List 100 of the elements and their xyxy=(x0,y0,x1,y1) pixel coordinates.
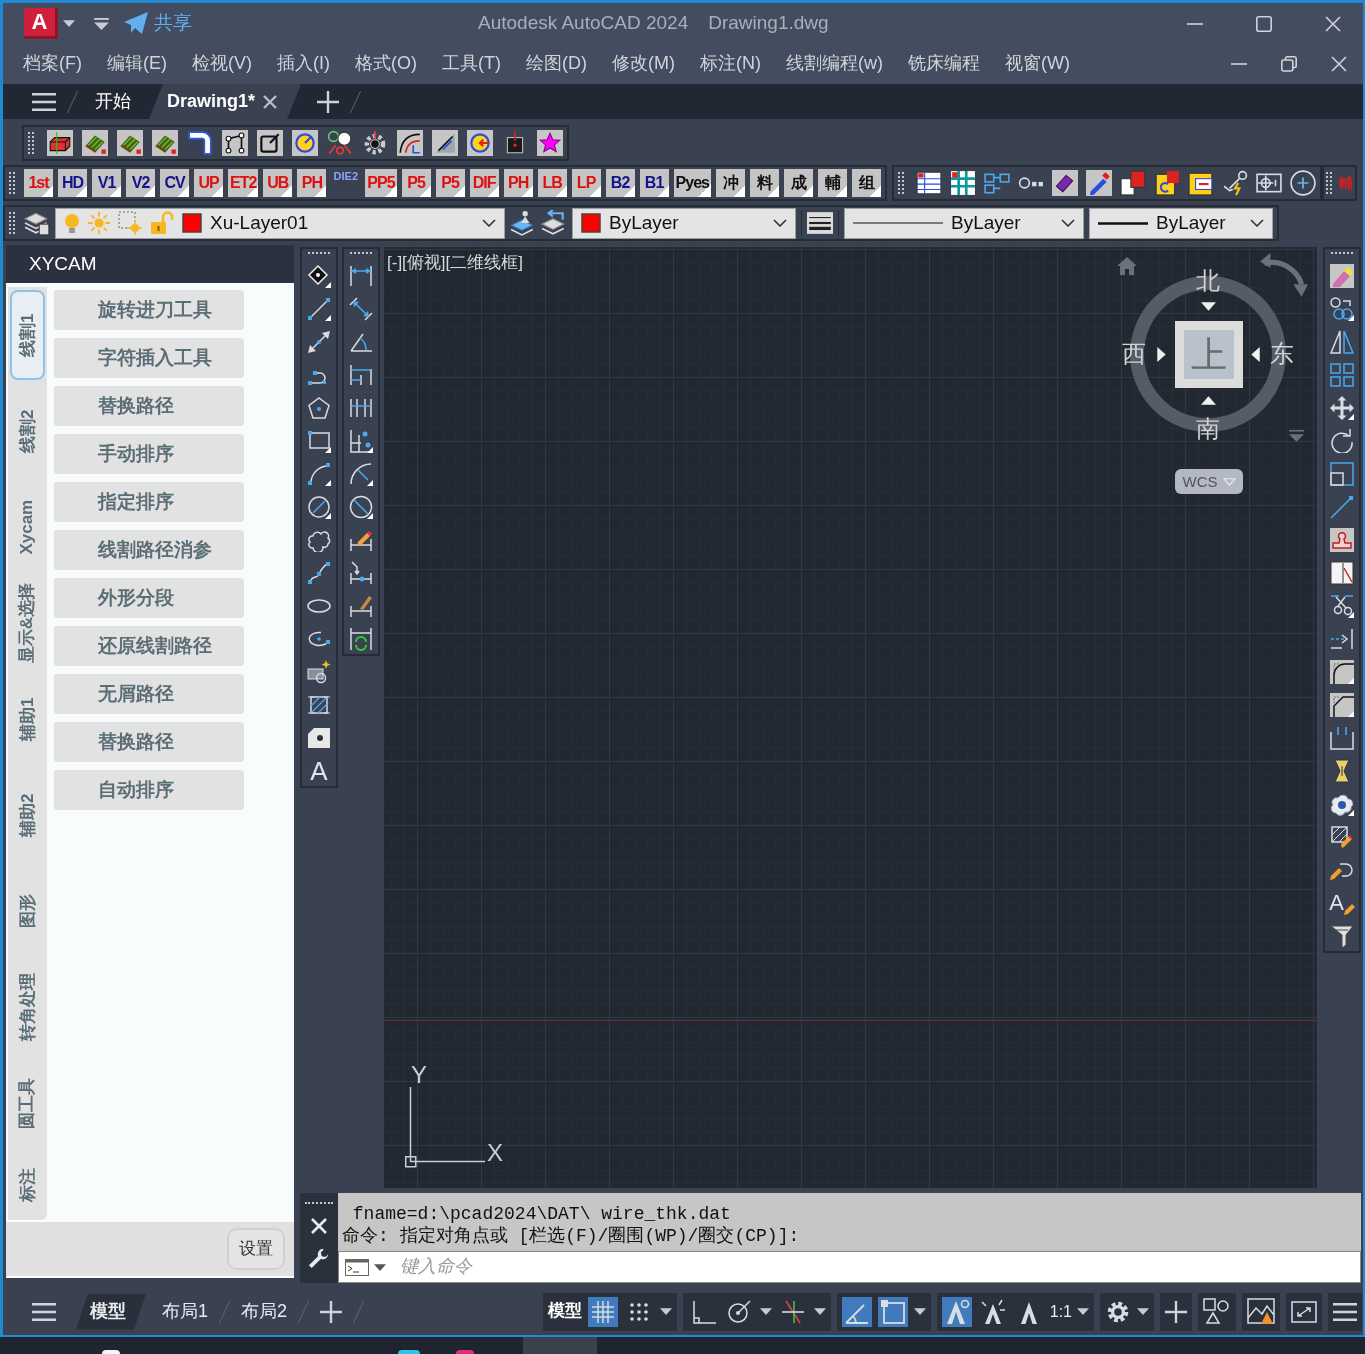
home-icon[interactable] xyxy=(1117,257,1137,275)
triangle-arrow-icon[interactable] xyxy=(1251,347,1260,362)
chevron-icon[interactable] xyxy=(1250,219,1264,227)
macro-button[interactable]: LB xyxy=(537,169,567,197)
menu-item[interactable]: 视窗(W) xyxy=(1004,53,1070,75)
hatch-icon[interactable] xyxy=(307,693,331,717)
bracket-icon[interactable] xyxy=(1330,726,1354,750)
caret-icon[interactable] xyxy=(659,1308,672,1315)
side-tab[interactable]: 显示&选择 xyxy=(10,578,45,668)
diameter-dimension-icon[interactable] xyxy=(349,495,373,519)
panel-button[interactable]: 字符插入工具 xyxy=(54,338,244,378)
copy-icon[interactable] xyxy=(1119,170,1146,196)
striped-block-icon[interactable] xyxy=(152,130,178,156)
panel-button[interactable]: 指定排序 xyxy=(54,482,244,522)
caret-icon[interactable] xyxy=(63,20,75,27)
expand-icon[interactable] xyxy=(1291,1298,1317,1325)
layer-figure-icon[interactable] xyxy=(510,210,536,236)
diagonal-line-icon[interactable] xyxy=(1330,495,1354,519)
compass-label[interactable]: 南 xyxy=(1196,415,1220,443)
toolbar-grip[interactable] xyxy=(1325,172,1332,194)
aligned-dimension-icon[interactable] xyxy=(349,297,373,321)
pencil-icon[interactable] xyxy=(1343,903,1355,915)
layout-tab[interactable]: 布局2 xyxy=(241,1293,288,1330)
line-icon[interactable] xyxy=(307,297,331,321)
array-icon[interactable] xyxy=(1330,363,1354,387)
cloud-icon[interactable] xyxy=(1330,792,1354,816)
menu-item[interactable]: 线割编程(w) xyxy=(785,53,883,75)
macro-button[interactable]: PH xyxy=(297,169,327,197)
chevron-icon[interactable] xyxy=(773,219,787,227)
nodes-icon[interactable] xyxy=(222,130,248,156)
compass-label[interactable]: 北 xyxy=(1196,267,1220,295)
dial-arrow-icon[interactable] xyxy=(467,130,493,156)
caret-icon[interactable] xyxy=(1077,1308,1089,1315)
color-swatch-icon[interactable] xyxy=(581,213,601,233)
dimension-pencil-icon[interactable] xyxy=(349,528,373,552)
move-icon[interactable] xyxy=(1330,396,1354,420)
elbow-icon[interactable] xyxy=(187,130,213,156)
file-tab[interactable]: Drawing1* xyxy=(149,84,302,119)
macro-button[interactable]: CV xyxy=(160,169,189,197)
macro-button[interactable]: 輔 xyxy=(817,169,847,197)
panel-button[interactable]: 线割路径消参 xyxy=(54,530,244,570)
layout-tab[interactable]: 模型 xyxy=(76,1293,146,1330)
text-tool[interactable]: A xyxy=(307,759,331,783)
curve-icon[interactable] xyxy=(397,130,423,156)
side-tab[interactable]: 线割2 xyxy=(10,386,45,476)
macro-button[interactable]: DIE2 xyxy=(331,170,361,183)
macro-button[interactable]: UP xyxy=(194,169,223,197)
dimension-brush-icon[interactable] xyxy=(349,594,373,618)
macro-button[interactable]: V1 xyxy=(92,169,121,197)
macro-button[interactable]: B1 xyxy=(639,169,669,197)
striped-block-icon[interactable] xyxy=(82,130,108,156)
menu-item[interactable]: 工具(T) xyxy=(442,53,501,75)
grid-pattern-icon[interactable] xyxy=(949,170,976,196)
close-icon[interactable] xyxy=(1325,15,1341,32)
menu-item[interactable]: 铣床编程 xyxy=(907,53,980,75)
mirror-icon[interactable] xyxy=(1330,330,1354,354)
linked-circles-icon[interactable] xyxy=(327,130,353,156)
color-dropdown[interactable]: ByLayer xyxy=(572,207,796,239)
ordinate-dimension-icon[interactable] xyxy=(349,429,373,453)
panel-button[interactable]: 还原线割路径 xyxy=(54,626,244,666)
macro-button[interactable]: HD xyxy=(58,169,87,197)
toolbar-grip[interactable] xyxy=(28,132,34,154)
macro-button[interactable]: PH xyxy=(503,169,533,197)
toolbar-grip[interactable] xyxy=(897,172,904,194)
plus-icon[interactable] xyxy=(1165,1300,1187,1323)
menu-icon[interactable] xyxy=(32,1302,56,1321)
macro-button[interactable]: P5 xyxy=(435,169,465,197)
model-space-button[interactable]: 模型 xyxy=(547,1301,582,1322)
macro-button[interactable]: 料 xyxy=(749,169,779,197)
macro-button[interactable]: P5 xyxy=(401,169,431,197)
add-circle-icon[interactable] xyxy=(1289,170,1316,196)
side-tab[interactable]: 辅助1 xyxy=(10,674,45,764)
side-tab[interactable]: Xycam xyxy=(10,482,45,572)
maximize-icon[interactable] xyxy=(1256,15,1272,32)
parallelogram-icon[interactable] xyxy=(1051,170,1078,196)
side-tab[interactable]: 转角处理 xyxy=(10,962,45,1052)
toolbar-grip[interactable] xyxy=(9,172,15,194)
menu-item[interactable]: 检视(V) xyxy=(192,53,252,75)
wrench-icon[interactable] xyxy=(308,1247,330,1269)
gear-icon[interactable] xyxy=(362,130,388,156)
linear-dimension-icon[interactable] xyxy=(349,264,373,288)
macro-button[interactable]: UB xyxy=(263,169,293,197)
scissors-icon[interactable] xyxy=(1330,594,1354,618)
color-swatch-icon[interactable] xyxy=(182,213,202,233)
caret-icon[interactable] xyxy=(1137,1308,1149,1315)
lightning-icon[interactable] xyxy=(1221,170,1248,196)
layers-arrow-icon[interactable] xyxy=(541,210,567,236)
menu-item[interactable]: 格式(O) xyxy=(355,53,417,75)
slope-icon[interactable] xyxy=(432,130,458,156)
pen-icon[interactable] xyxy=(1085,170,1112,196)
dial-icon[interactable] xyxy=(292,130,318,156)
panel-button[interactable]: 无屑路径 xyxy=(54,674,244,714)
macro-button[interactable]: 成 xyxy=(783,169,813,197)
grid-icon[interactable] xyxy=(587,1296,618,1327)
dotted-square-sun-icon[interactable] xyxy=(118,211,142,235)
dimension-arrow-icon[interactable] xyxy=(349,561,373,585)
hatch-pencil-icon[interactable] xyxy=(1330,825,1354,849)
striped-block-icon[interactable] xyxy=(117,130,143,156)
share-button[interactable]: 共享 xyxy=(124,12,192,35)
circle-icon[interactable] xyxy=(307,495,331,519)
